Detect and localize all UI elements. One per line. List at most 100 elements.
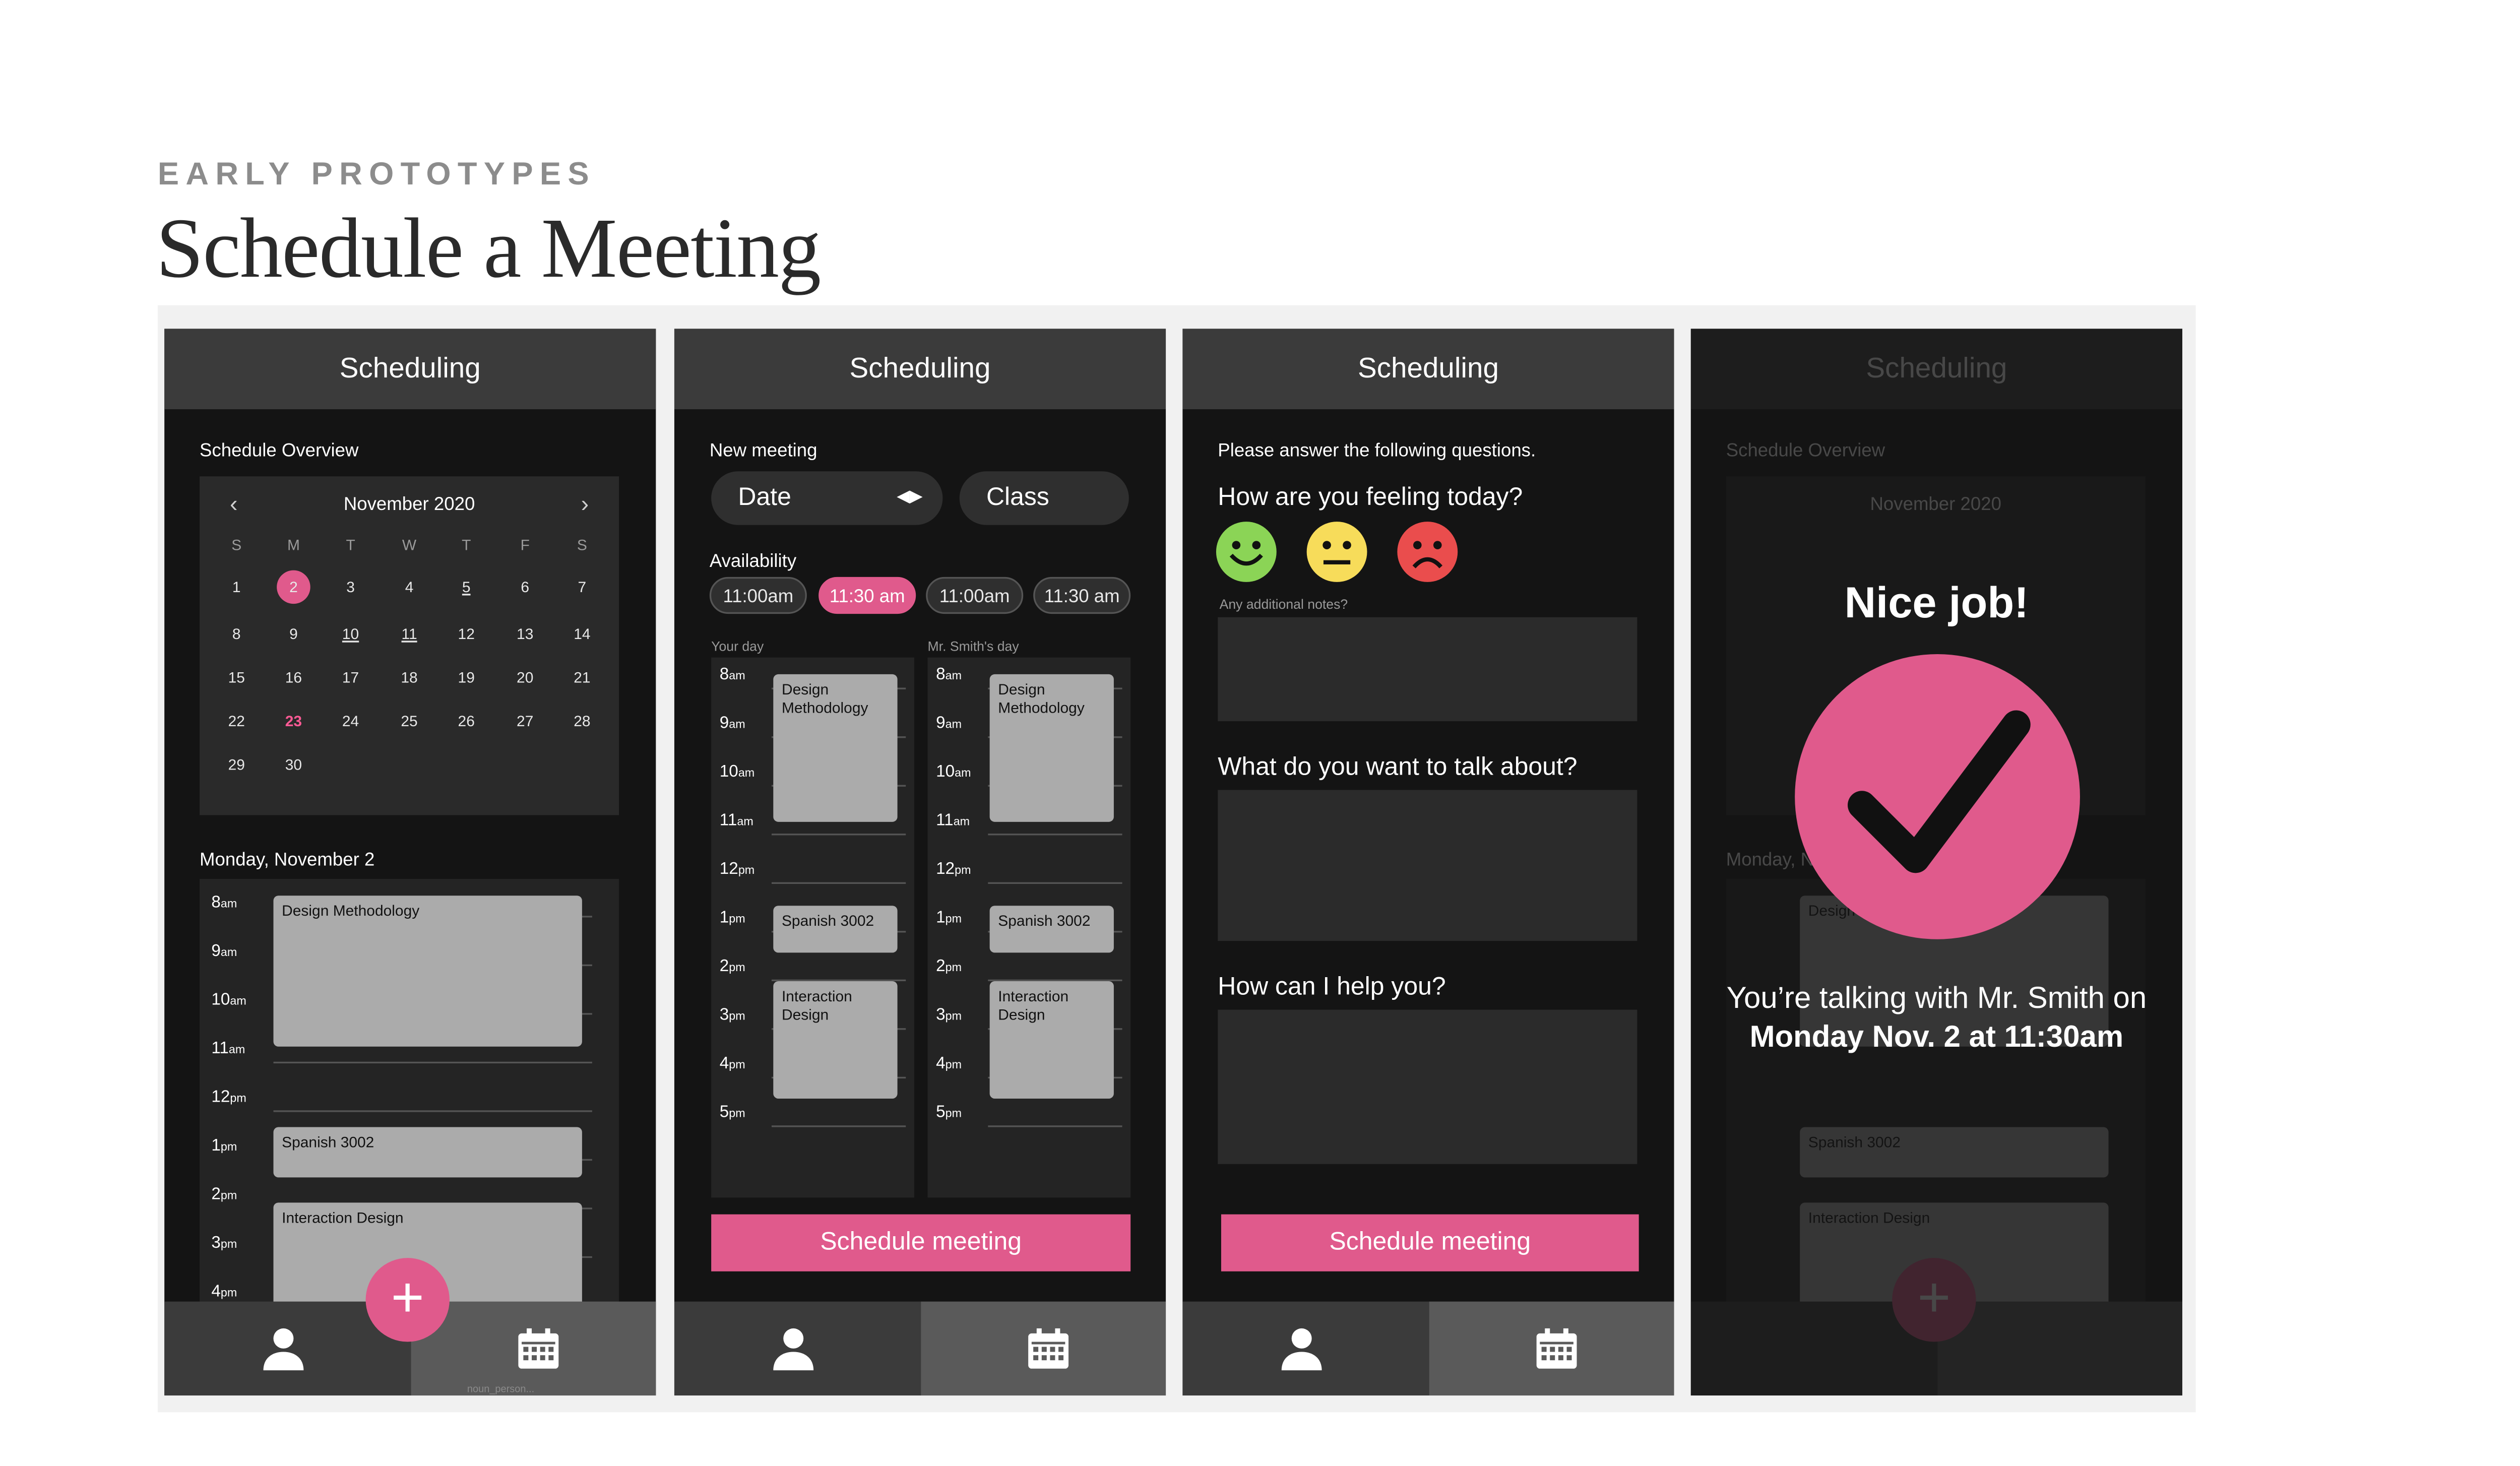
topic-field[interactable] — [1218, 790, 1637, 941]
bottom-nav — [674, 1301, 1166, 1396]
weekday-label: T — [462, 537, 471, 554]
nav-profile-tab[interactable] — [674, 1301, 920, 1396]
weekday-label: F — [520, 537, 530, 554]
hour-label: 12pm — [719, 860, 755, 879]
slot-chip[interactable]: 11:00am — [926, 577, 1024, 614]
your-day-schedule: 8am 9am 10am 11am 12pm 1pm 2pm 3pm 4pm 5pm Design… — [711, 657, 914, 1198]
hour-divider — [273, 1110, 592, 1112]
event-interaction-design[interactable]: Interaction Design — [773, 981, 898, 1099]
add-button[interactable]: + — [365, 1258, 450, 1342]
slot-chip[interactable]: 11:00am — [709, 577, 807, 614]
event-design-methodology[interactable]: Design Methodology — [773, 674, 898, 822]
screen-header: Scheduling — [164, 329, 656, 410]
event-interaction-design[interactable]: Interaction Design — [989, 981, 1114, 1099]
message-text: You’re talking with Mr. Smith on — [1726, 981, 2147, 1015]
calendar-day[interactable]: 30 — [277, 756, 310, 773]
calendar-day[interactable]: 2 — [277, 570, 310, 604]
hour-label: 3pm — [211, 1234, 237, 1253]
icon-caption: noun_person... — [467, 1385, 535, 1396]
slot-chip-selected[interactable]: 11:30 am — [818, 577, 916, 614]
help-field[interactable] — [1218, 1009, 1637, 1164]
bottom-nav — [1182, 1301, 1674, 1396]
intro-text: Please answer the following questions. — [1218, 441, 1536, 462]
happy-face-icon[interactable] — [1215, 520, 1278, 584]
calendar-day[interactable]: 26 — [450, 713, 483, 729]
success-badge — [1795, 654, 2080, 939]
nav-calendar-tab[interactable]: noun_person... — [410, 1301, 656, 1396]
calendar-day[interactable]: 12 — [450, 625, 483, 642]
event-design-methodology[interactable]: Design Methodology — [273, 896, 582, 1047]
hour-divider — [988, 834, 1122, 836]
calendar-day[interactable]: 7 — [565, 579, 599, 595]
weekday-label: S — [231, 537, 242, 554]
event-design-methodology[interactable]: Design Methodology — [989, 674, 1114, 822]
calendar-day[interactable]: 16 — [277, 669, 310, 686]
hour-label: 9am — [211, 942, 237, 962]
hour-divider — [273, 1061, 592, 1064]
question-feeling: How are you feeling today? — [1218, 483, 1523, 512]
weekday-label: M — [287, 537, 300, 554]
calendar-day[interactable]: 14 — [565, 625, 599, 642]
calendar-day[interactable]: 27 — [508, 713, 542, 729]
calendar-day[interactable]: 29 — [220, 756, 254, 773]
hour-label: 11am — [936, 811, 970, 831]
calendar-day[interactable]: 23 — [277, 713, 310, 729]
screen-questions: Scheduling Please answer the following q… — [1182, 329, 1674, 1396]
eyebrow-label: EARLY PROTOTYPES — [157, 157, 596, 193]
sad-face-icon[interactable] — [1396, 520, 1459, 584]
hour-label: 2pm — [719, 958, 745, 977]
calendar-day[interactable]: 4 — [393, 579, 426, 595]
slot-chip[interactable]: 11:30 am — [1033, 577, 1131, 614]
calendar-day[interactable]: 18 — [393, 669, 426, 686]
your-day-label: Your day — [711, 639, 764, 654]
confirmation-message: You’re talking with Mr. Smith on Monday … — [1708, 980, 2166, 1057]
date-selector[interactable]: Date ◀▶ — [711, 471, 943, 525]
calendar-day[interactable]: 10 — [334, 625, 367, 642]
event-spanish-3002[interactable]: Spanish 3002 — [989, 906, 1114, 953]
class-selector[interactable]: Class — [959, 471, 1129, 525]
weekday-label: W — [402, 537, 417, 554]
calendar-day[interactable]: 1 — [220, 579, 254, 595]
calendar-day[interactable]: 17 — [334, 669, 367, 686]
hour-label: 5pm — [936, 1103, 962, 1122]
calendar-day[interactable]: 6 — [508, 579, 542, 595]
nav-calendar-tab[interactable] — [1428, 1301, 1674, 1396]
calendar-day[interactable]: 24 — [334, 713, 367, 729]
event-spanish-3002[interactable]: Spanish 3002 — [273, 1127, 582, 1178]
hour-label: 9am — [719, 714, 745, 733]
chevron-right-icon[interactable]: › — [581, 490, 589, 517]
hour-label: 4pm — [719, 1055, 745, 1074]
calendar-icon — [1027, 1328, 1068, 1369]
calendar-day[interactable]: 15 — [220, 669, 254, 686]
hour-label: 2pm — [211, 1186, 237, 1204]
nav-profile-tab[interactable] — [1182, 1301, 1428, 1396]
calendar-day[interactable]: 25 — [393, 713, 426, 729]
calendar-day[interactable]: 19 — [450, 669, 483, 686]
hour-divider — [988, 1125, 1122, 1127]
screen-new-meeting: Scheduling New meeting Date ◀▶ Class Ava… — [674, 329, 1166, 1396]
event-spanish-3002[interactable]: Spanish 3002 — [773, 906, 898, 953]
schedule-meeting-button[interactable]: Schedule meeting — [1221, 1214, 1639, 1271]
calendar-day[interactable]: 5 — [450, 579, 483, 595]
calendar-day[interactable]: 22 — [220, 713, 254, 729]
hour-label: 11am — [719, 811, 753, 831]
calendar-day[interactable]: 13 — [508, 625, 542, 642]
calendar-day[interactable]: 11 — [393, 625, 426, 642]
calendar-day[interactable]: 21 — [565, 669, 599, 686]
nav-calendar-tab[interactable] — [920, 1301, 1166, 1396]
calendar-day[interactable]: 28 — [565, 713, 599, 729]
calendar-day[interactable]: 9 — [277, 625, 310, 642]
notes-field[interactable] — [1218, 617, 1637, 722]
hour-label: 3pm — [936, 1006, 962, 1025]
person-icon — [773, 1328, 814, 1371]
schedule-meeting-button[interactable]: Schedule meeting — [711, 1214, 1131, 1271]
calendar-day[interactable]: 20 — [508, 669, 542, 686]
weekday-label: S — [577, 537, 587, 554]
message-date: Monday Nov. 2 — [1749, 1019, 1961, 1054]
left-right-arrows-icon[interactable]: ◀▶ — [897, 471, 922, 525]
calendar-day[interactable]: 3 — [334, 579, 367, 595]
calendar-day[interactable]: 8 — [220, 625, 254, 642]
availability-label: Availability — [709, 551, 797, 572]
question-help: How can I help you? — [1218, 973, 1446, 1001]
neutral-face-icon[interactable] — [1305, 520, 1368, 584]
